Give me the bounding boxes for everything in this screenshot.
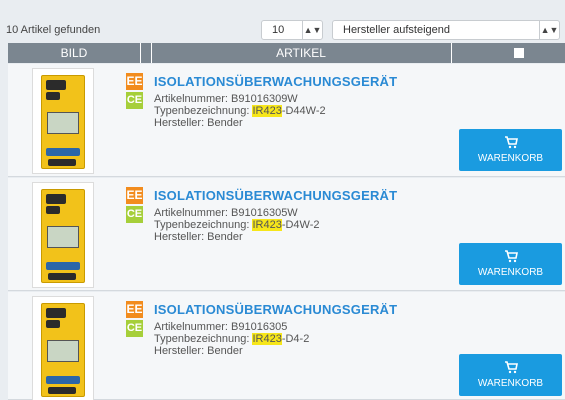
ce-badge: CE (126, 92, 143, 109)
insulation-monitor-device-image (41, 303, 85, 397)
product-image[interactable] (32, 296, 94, 400)
cart-label: WARENKORB (477, 153, 544, 164)
add-to-cart-button[interactable]: WARENKORB (459, 129, 562, 171)
product-meta: Artikelnummer: B91016309W Typenbezeichnu… (154, 93, 326, 129)
manufacturer: Hersteller: Bender (154, 117, 243, 129)
col-image-header: BILD (60, 46, 88, 60)
manufacturer: Hersteller: Bender (154, 231, 243, 243)
article-number: B91016305 (231, 321, 288, 333)
insulation-monitor-device-image (41, 75, 85, 169)
product-meta: Artikelnummer: B91016305W Typenbezeichnu… (154, 207, 320, 243)
header-divider (451, 43, 452, 63)
ee-badge: EE (126, 301, 143, 318)
updown-arrows-icon: ▲▼ (302, 21, 322, 39)
type-highlight: IR423 (252, 219, 282, 231)
sort-select[interactable]: Hersteller aufsteigend ▲▼ (332, 20, 560, 40)
product-image[interactable] (32, 68, 94, 174)
per-page-select[interactable]: 10 ▲▼ (261, 20, 323, 40)
article-label: Artikelnummer: (154, 321, 232, 333)
product-meta: Artikelnummer: B91016305 Typenbezeichnun… (154, 321, 309, 357)
type-label: Typenbezeichnung: (154, 219, 253, 231)
shopping-cart-icon (505, 361, 518, 374)
manufacturer: Hersteller: Bender (154, 345, 243, 357)
add-to-cart-button[interactable]: WARENKORB (459, 243, 562, 285)
updown-arrows-icon: ▲▼ (539, 21, 559, 39)
add-to-cart-button[interactable]: WARENKORB (459, 354, 562, 396)
article-label: Artikelnummer: (154, 93, 232, 105)
type-label: Typenbezeichnung: (154, 105, 253, 117)
per-page-value: 10 (272, 24, 285, 36)
table-header: BILD ARTIKEL (8, 43, 565, 63)
col-article-header: ARTIKEL (276, 46, 326, 60)
ce-badge: CE (126, 206, 143, 223)
type-rest: -D4W-2 (281, 219, 320, 231)
cart-label: WARENKORB (477, 378, 544, 389)
product-title-link[interactable]: ISOLATIONSÜBERWACHUNGSGERÄT (154, 188, 397, 203)
cart-label: WARENKORB (477, 267, 544, 278)
ee-badge: EE (126, 73, 143, 90)
shopping-cart-icon (505, 250, 518, 263)
table-row: EE CE ISOLATIONSÜBERWACHUNGSGERÄT Artike… (8, 178, 565, 291)
result-count: 10 Artikel gefunden (6, 24, 101, 36)
product-image[interactable] (32, 182, 94, 288)
results-toolbar: 10 Artikel gefunden 10 ▲▼ Hersteller auf… (0, 18, 565, 42)
ee-badge: EE (126, 187, 143, 204)
sort-value: Hersteller aufsteigend (343, 24, 451, 36)
type-rest: -D4-2 (281, 333, 310, 345)
type-label: Typenbezeichnung: (154, 333, 253, 345)
insulation-monitor-device-image (41, 189, 85, 283)
table-row: EE CE ISOLATIONSÜBERWACHUNGSGERÄT Artike… (8, 64, 565, 177)
header-divider (140, 43, 141, 63)
article-label: Artikelnummer: (154, 207, 232, 219)
type-highlight: IR423 (252, 105, 282, 117)
type-rest: -D44W-2 (281, 105, 326, 117)
shopping-cart-icon (505, 136, 518, 149)
type-highlight: IR423 (252, 333, 282, 345)
article-number: B91016305W (231, 207, 298, 219)
results-panel: 10 Artikel gefunden 10 ▲▼ Hersteller auf… (0, 0, 565, 400)
checkbox-icon[interactable] (514, 48, 524, 58)
table-row: EE CE ISOLATIONSÜBERWACHUNGSGERÄT Artike… (8, 292, 565, 400)
product-title-link[interactable]: ISOLATIONSÜBERWACHUNGSGERÄT (154, 302, 397, 317)
ce-badge: CE (126, 320, 143, 337)
product-title-link[interactable]: ISOLATIONSÜBERWACHUNGSGERÄT (154, 74, 397, 89)
article-number: B91016309W (231, 93, 298, 105)
